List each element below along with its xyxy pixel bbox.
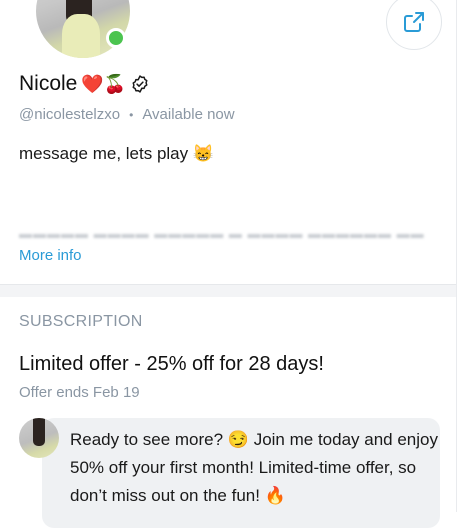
truncated-bio-fade: ▬▬▬▬▬ ▬▬▬▬ ▬▬▬▬▬ ▬ ▬▬▬▬ ▬▬▬▬▬▬ ▬▬	[19, 226, 425, 238]
message-avatar-hair	[33, 418, 45, 446]
offer-message-text: Ready to see more? 😏 Join me today and e…	[70, 430, 438, 505]
subscription-section-title: SUBSCRIPTION	[19, 313, 143, 330]
online-status-icon	[106, 28, 126, 48]
offer-title: Limited offer - 25% off for 28 days!	[19, 353, 324, 375]
profile-name-row: Nicole ❤️🍒	[19, 72, 150, 96]
avatar-dress	[62, 14, 100, 58]
name-emojis: ❤️🍒	[81, 74, 127, 94]
profile-name: Nicole	[19, 72, 78, 95]
offer-ends-text: Offer ends Feb 19	[19, 384, 140, 401]
profile-handle: @nicolestelzxo	[19, 106, 121, 123]
profile-subline: @nicolestelzxo • Available now	[19, 106, 235, 123]
availability-status: Available now	[142, 106, 235, 123]
share-button[interactable]	[386, 0, 442, 50]
scrollbar-track[interactable]	[456, 0, 462, 512]
message-avatar[interactable]	[19, 418, 59, 458]
section-divider	[0, 284, 462, 297]
more-info-link[interactable]: More info	[19, 247, 82, 264]
share-icon	[404, 12, 424, 32]
verified-badge-icon	[132, 75, 148, 93]
separator-dot: •	[129, 107, 134, 122]
profile-bio: message me, lets play 😸	[19, 144, 215, 163]
